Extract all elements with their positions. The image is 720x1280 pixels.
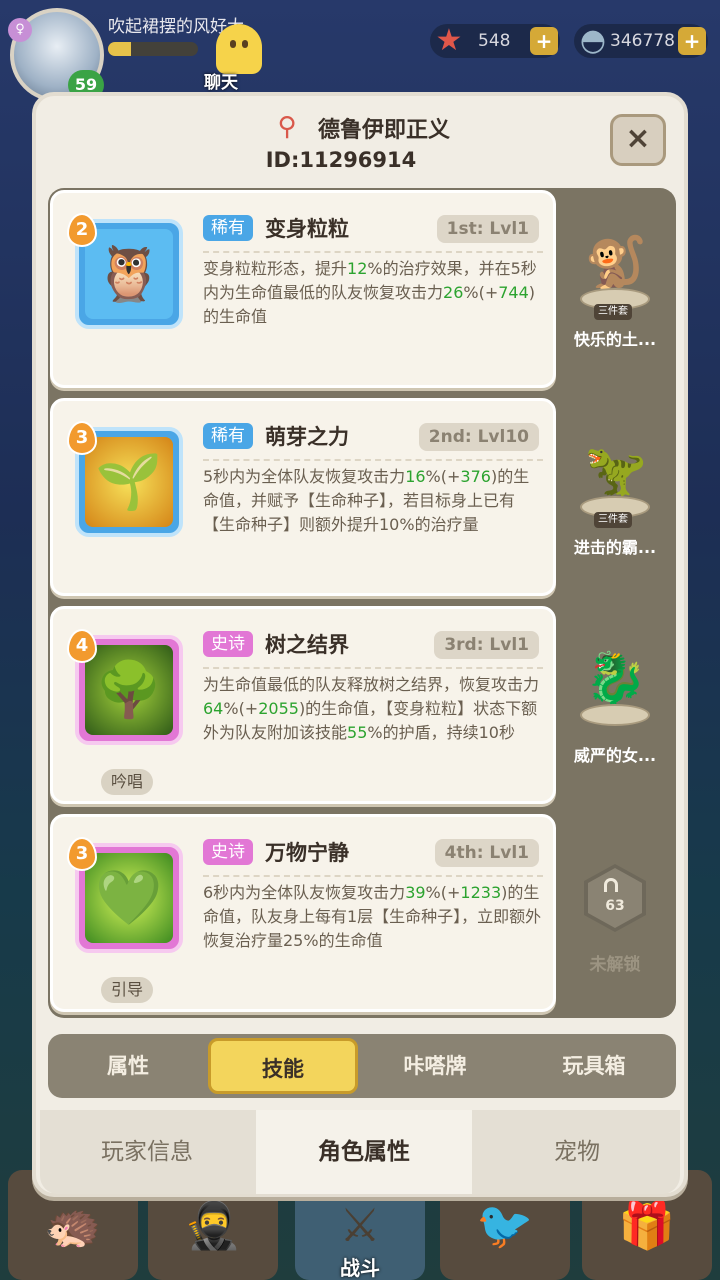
close-button[interactable]: × — [610, 114, 666, 166]
chat-button[interactable]: 聊天 — [196, 24, 266, 93]
tab-pets[interactable]: 宠物 — [474, 1110, 680, 1194]
main-tab-bar: 玩家信息 角色属性 宠物 — [40, 1110, 680, 1194]
set-tag: 三件套 — [594, 512, 632, 528]
add-shell-button[interactable]: + — [678, 27, 706, 55]
pet-name: 快乐的土... — [573, 330, 657, 349]
skill-description: 6秒内为全体队友恢复攻击力39%(+1233)的生命值，队友身上每有1层【生命种… — [203, 883, 542, 950]
sprout-icon: 🌱 — [85, 437, 173, 527]
star-currency: ★ 548 + — [430, 23, 560, 58]
skill-type-badge: 吟唱 — [101, 769, 154, 795]
player-id: ID:11296914 — [265, 148, 417, 172]
padlock-icon — [604, 878, 618, 892]
star-icon: ★ — [435, 23, 463, 58]
skill-level: 1st: Lvl1 — [436, 215, 539, 243]
battle-nav-label: 战斗 — [340, 1256, 380, 1280]
tab-player-info[interactable]: 玩家信息 — [40, 1110, 254, 1194]
star-count: 548 — [478, 31, 511, 51]
divider — [203, 251, 543, 253]
gender-icon: ♀ — [8, 18, 32, 42]
skill-level: 3rd: Lvl1 — [434, 631, 539, 659]
top-hud: ♀ 59 吹起裙摆的风好大 聊天 ★ 548 + ◓ 346778 + — [0, 0, 720, 102]
tab-character-attributes[interactable]: 角色属性 — [256, 1110, 472, 1194]
skill-card[interactable]: 🌱 3 稀有 萌芽之力 2nd: Lvl10 5秒内为全体队友恢复攻击力16%(… — [50, 398, 556, 596]
exp-bar-fill — [108, 42, 131, 56]
skill-level-badge: 4 — [67, 629, 97, 663]
pet-slot-locked: 63 未解锁 — [560, 816, 670, 1006]
pet-slot[interactable]: 🦖 三件套 进击的霸... — [560, 400, 670, 590]
rarity-badge: 史诗 — [203, 839, 253, 865]
skill-level-badge: 2 — [67, 213, 97, 247]
pet-name: 进击的霸... — [573, 538, 657, 557]
skills-content: 🦉 2 稀有 变身粒粒 1st: Lvl1 变身粒粒形态，提升12%的治疗效果，… — [48, 188, 676, 1018]
locked-label: 未解锁 — [589, 955, 641, 975]
tab-attributes[interactable]: 属性 — [48, 1034, 208, 1098]
shell-count: 346778 — [610, 31, 675, 51]
heart-leaf-icon: 💚 — [85, 853, 173, 943]
player-emblem-icon: ⚲ — [277, 112, 297, 142]
tab-skills[interactable]: 技能 — [208, 1038, 358, 1094]
player-info-panel: ⚲ 德鲁伊即正义 ID:11296914 × 🦉 2 稀有 变身粒粒 1st: … — [32, 92, 688, 1197]
sub-tab-bar: 属性 技能 咔嗒牌 玩具箱 — [48, 1034, 676, 1098]
skill-level: 2nd: Lvl10 — [418, 423, 539, 451]
shell-currency: ◓ 346778 + — [574, 23, 708, 58]
divider — [203, 667, 543, 669]
skill-name: 萌芽之力 — [265, 425, 349, 449]
skill-name: 万物宁静 — [265, 841, 349, 865]
owl-icon: 🦉 — [85, 229, 173, 319]
panel-title: 德鲁伊即正义 — [318, 118, 451, 143]
divider — [203, 459, 543, 461]
rarity-badge: 稀有 — [203, 423, 253, 449]
divider — [203, 875, 543, 877]
tab-cards[interactable]: 咔嗒牌 — [360, 1034, 510, 1098]
tab-toybox[interactable]: 玩具箱 — [514, 1034, 674, 1098]
skill-type-badge: 引导 — [101, 977, 154, 1003]
skill-level: 4th: Lvl1 — [434, 839, 539, 867]
skill-description: 变身粒粒形态，提升12%的治疗效果，并在5秒内为生命值最低的队友恢复攻击力26%… — [203, 259, 537, 326]
chat-label: 聊天 — [204, 73, 238, 93]
skill-level-badge: 3 — [67, 837, 97, 871]
skill-card[interactable]: 🦉 2 稀有 变身粒粒 1st: Lvl1 变身粒粒形态，提升12%的治疗效果，… — [50, 190, 556, 388]
lock-icon: 63 — [584, 864, 646, 932]
skill-name: 树之结界 — [265, 633, 349, 657]
pet-slot[interactable]: 🐉 威严的女... — [560, 608, 670, 798]
lock-level: 63 — [588, 868, 642, 928]
skill-name: 变身粒粒 — [265, 217, 349, 241]
skill-description: 为生命值最低的队友释放树之结界，恢复攻击力64%(+2055)的生命值，【变身粒… — [203, 675, 540, 742]
chat-ghost-icon — [216, 24, 262, 74]
rarity-badge: 史诗 — [203, 631, 253, 657]
set-tag: 三件套 — [594, 304, 632, 320]
exp-bar — [108, 42, 198, 56]
panel-header: ⚲ 德鲁伊即正义 ID:11296914 × — [36, 96, 684, 186]
tree-barrier-icon: 🌳 — [85, 645, 173, 735]
skill-level-badge: 3 — [67, 421, 97, 455]
add-star-button[interactable]: + — [530, 27, 558, 55]
pet-pedestal — [580, 704, 650, 726]
skill-description: 5秒内为全体队友恢复攻击力16%(+376)的生命值，并赋予【生命种子】，若目标… — [203, 467, 530, 534]
pet-slot[interactable]: 🐒 三件套 快乐的土... — [560, 192, 670, 382]
skill-card[interactable]: 🌳 4 吟唱 史诗 树之结界 3rd: Lvl1 为生命值最低的队友释放树之结界… — [50, 606, 556, 804]
rarity-badge: 稀有 — [203, 215, 253, 241]
pet-name: 威严的女... — [573, 746, 657, 765]
shell-icon: ◓ — [579, 23, 607, 58]
skill-card[interactable]: 💚 3 引导 史诗 万物宁静 4th: Lvl1 6秒内为全体队友恢复攻击力39… — [50, 814, 556, 1012]
